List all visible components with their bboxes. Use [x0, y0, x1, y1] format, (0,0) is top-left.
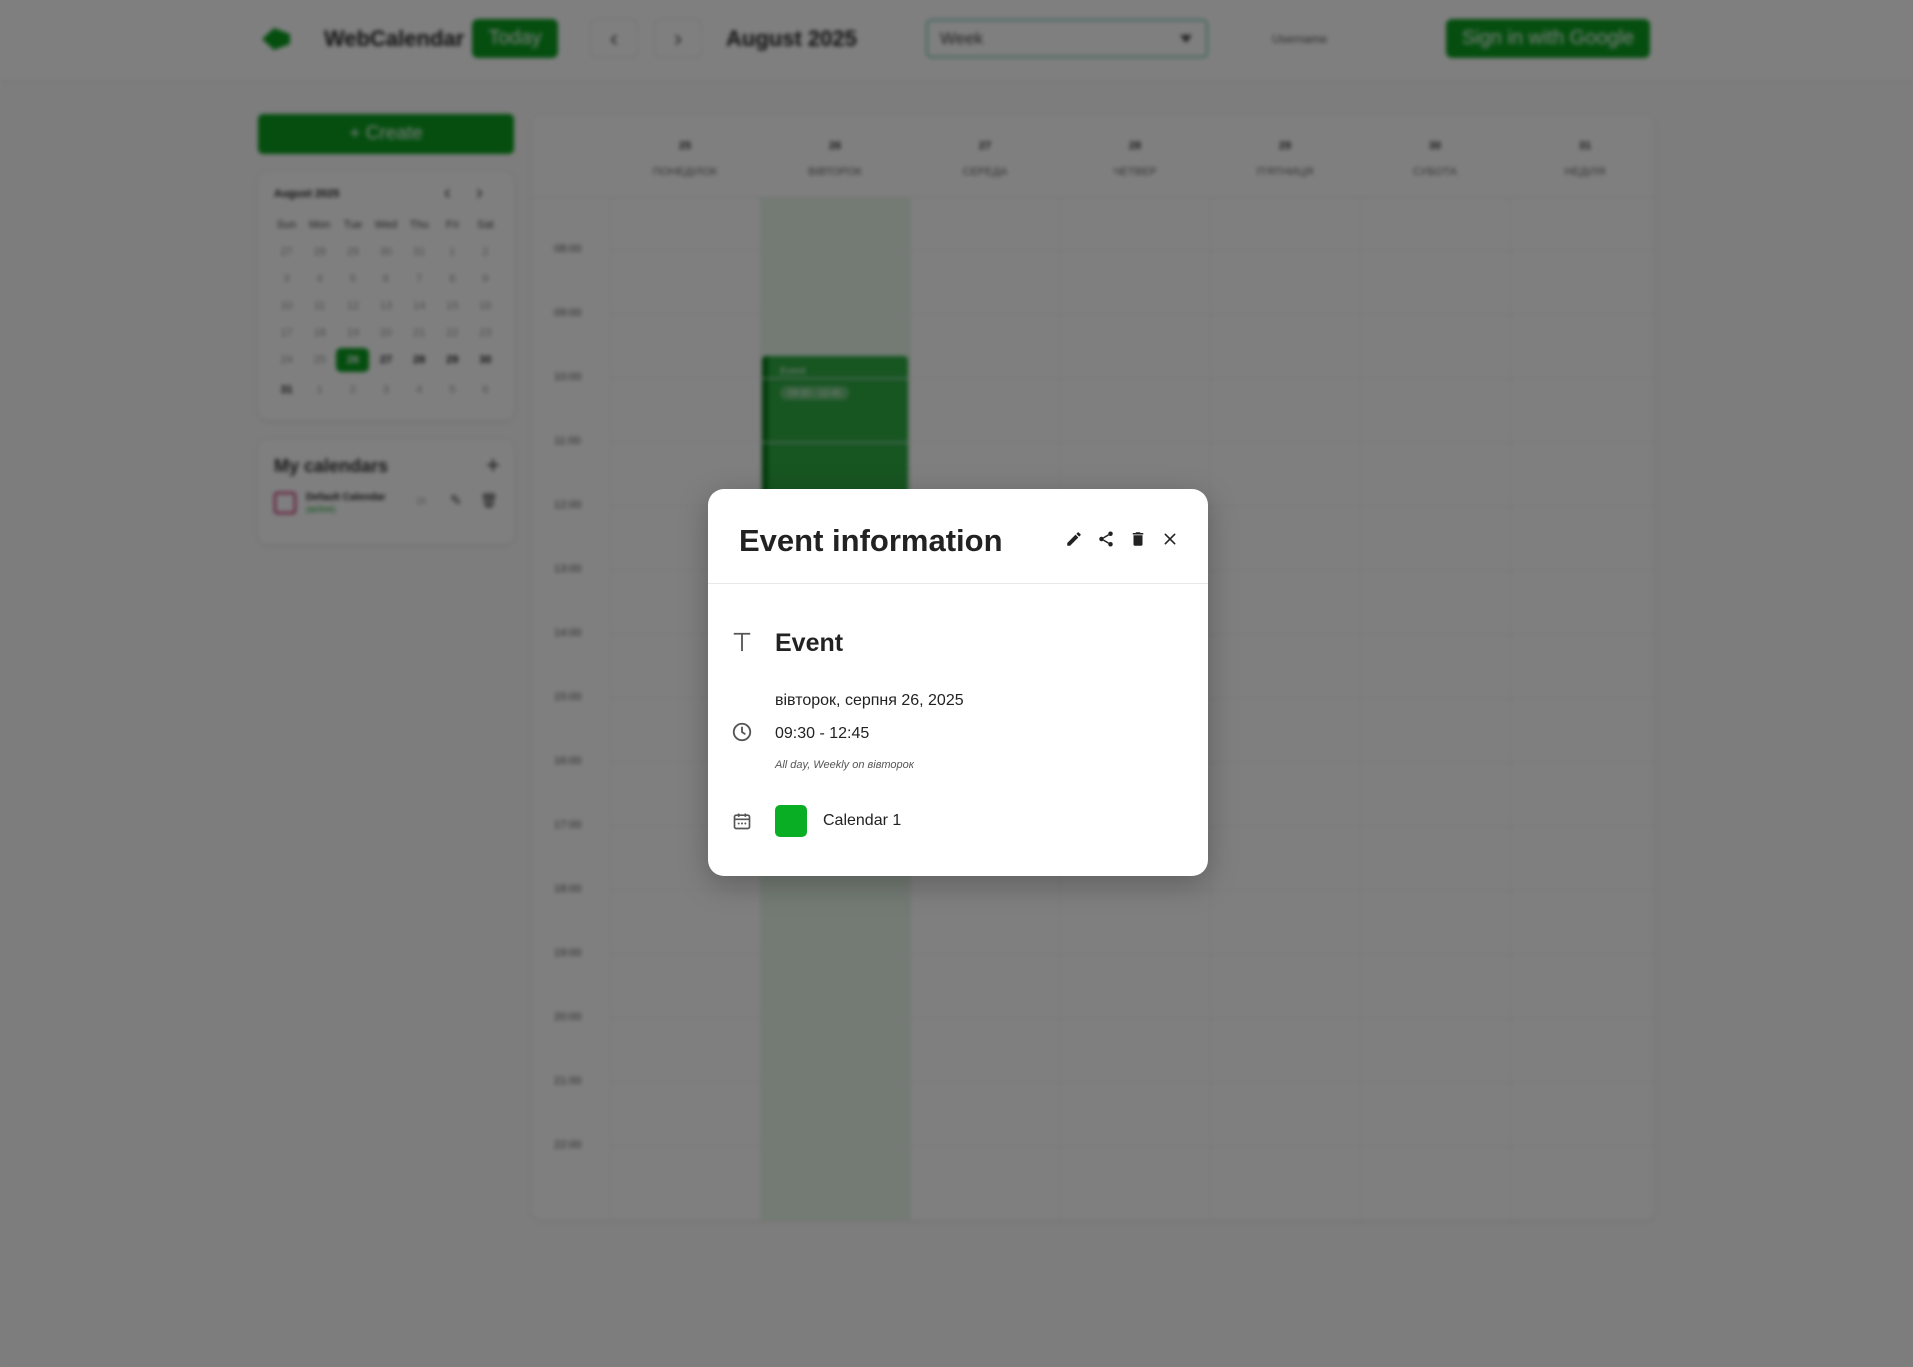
share-icon[interactable] [1096, 529, 1116, 549]
event-info-modal: Event information Event вівторок, серпня… [708, 489, 1208, 876]
event-time-range: 09:30 - 12:45 [775, 725, 870, 742]
event-date: вівторок, серпня 26, 2025 [775, 692, 964, 709]
event-calendar-name: Calendar 1 [823, 812, 902, 829]
modal-divider [708, 583, 1208, 584]
calendar-color-swatch [775, 805, 807, 837]
trash-icon[interactable] [1128, 529, 1148, 549]
calendar-icon [730, 809, 754, 833]
event-title: Event [775, 629, 844, 657]
event-recurrence: All day, Weekly on вівторок [775, 759, 914, 771]
clock-icon [730, 720, 754, 744]
modal-title: Event information [739, 523, 1003, 558]
pencil-icon[interactable] [1064, 529, 1084, 549]
modal-actions [1064, 529, 1180, 549]
title-icon [730, 630, 754, 654]
close-icon[interactable] [1160, 529, 1180, 549]
